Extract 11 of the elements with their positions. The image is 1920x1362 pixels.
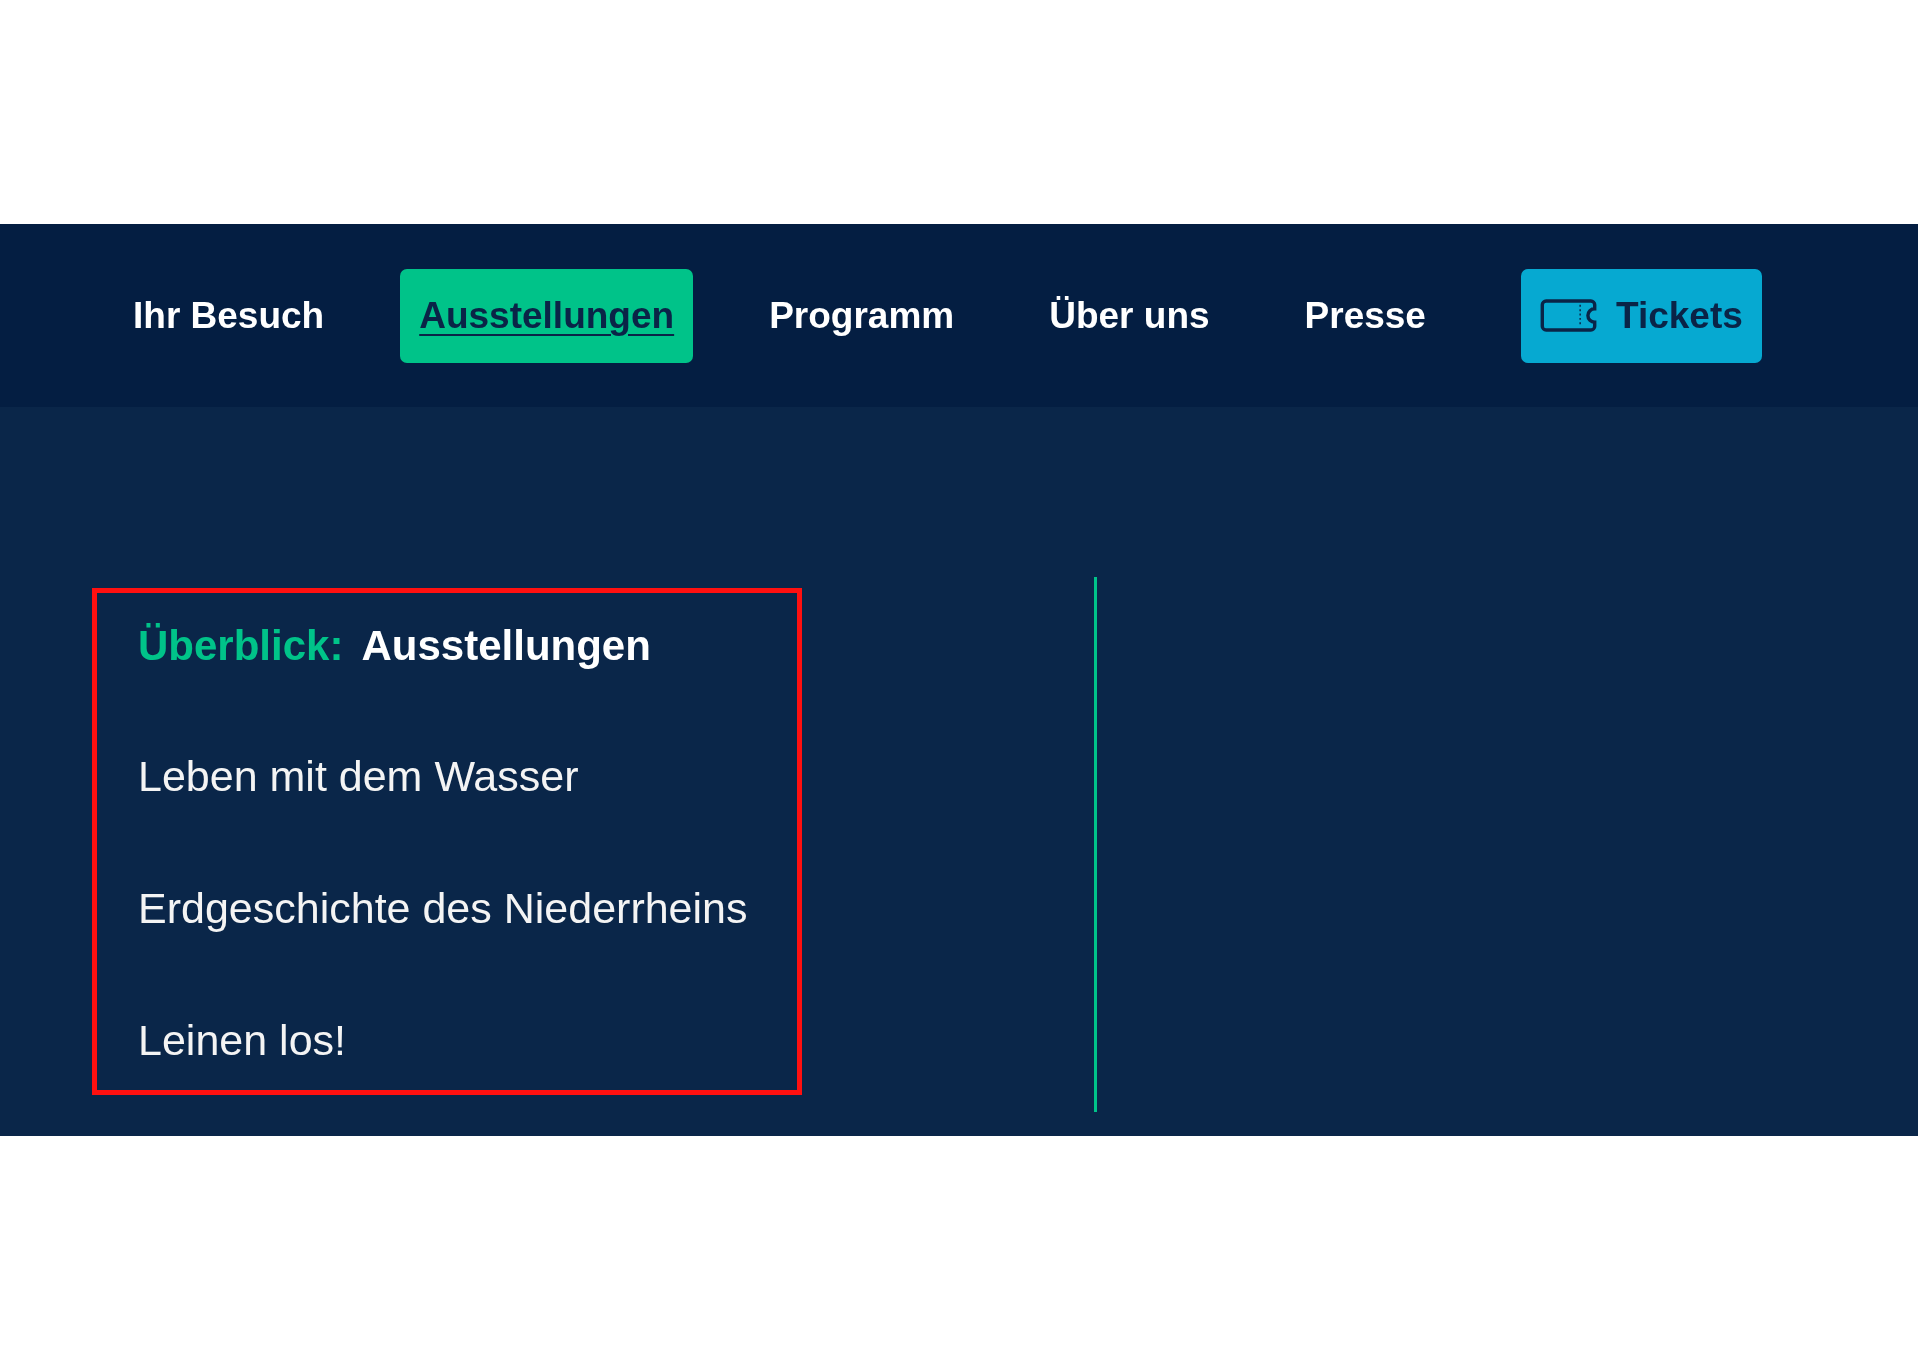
- tickets-button[interactable]: Tickets: [1520, 268, 1762, 363]
- submenu-link[interactable]: Leben mit dem Wasser: [138, 751, 579, 803]
- submenu-link[interactable]: Leinen los!: [138, 1014, 346, 1067]
- nav-link[interactable]: Presse: [1285, 268, 1445, 363]
- nav-link[interactable]: Ausstellungen: [400, 268, 694, 363]
- nav-link[interactable]: Über uns: [1030, 268, 1229, 363]
- overview-link[interactable]: Überblick: Ausstellungen: [138, 621, 651, 672]
- ticket-icon: [1539, 299, 1597, 332]
- submenu-link[interactable]: Erdgeschichte des Niederrheins: [138, 883, 748, 935]
- nav-link[interactable]: Ihr Besuch: [114, 268, 344, 363]
- nav-link[interactable]: Programm: [750, 268, 974, 363]
